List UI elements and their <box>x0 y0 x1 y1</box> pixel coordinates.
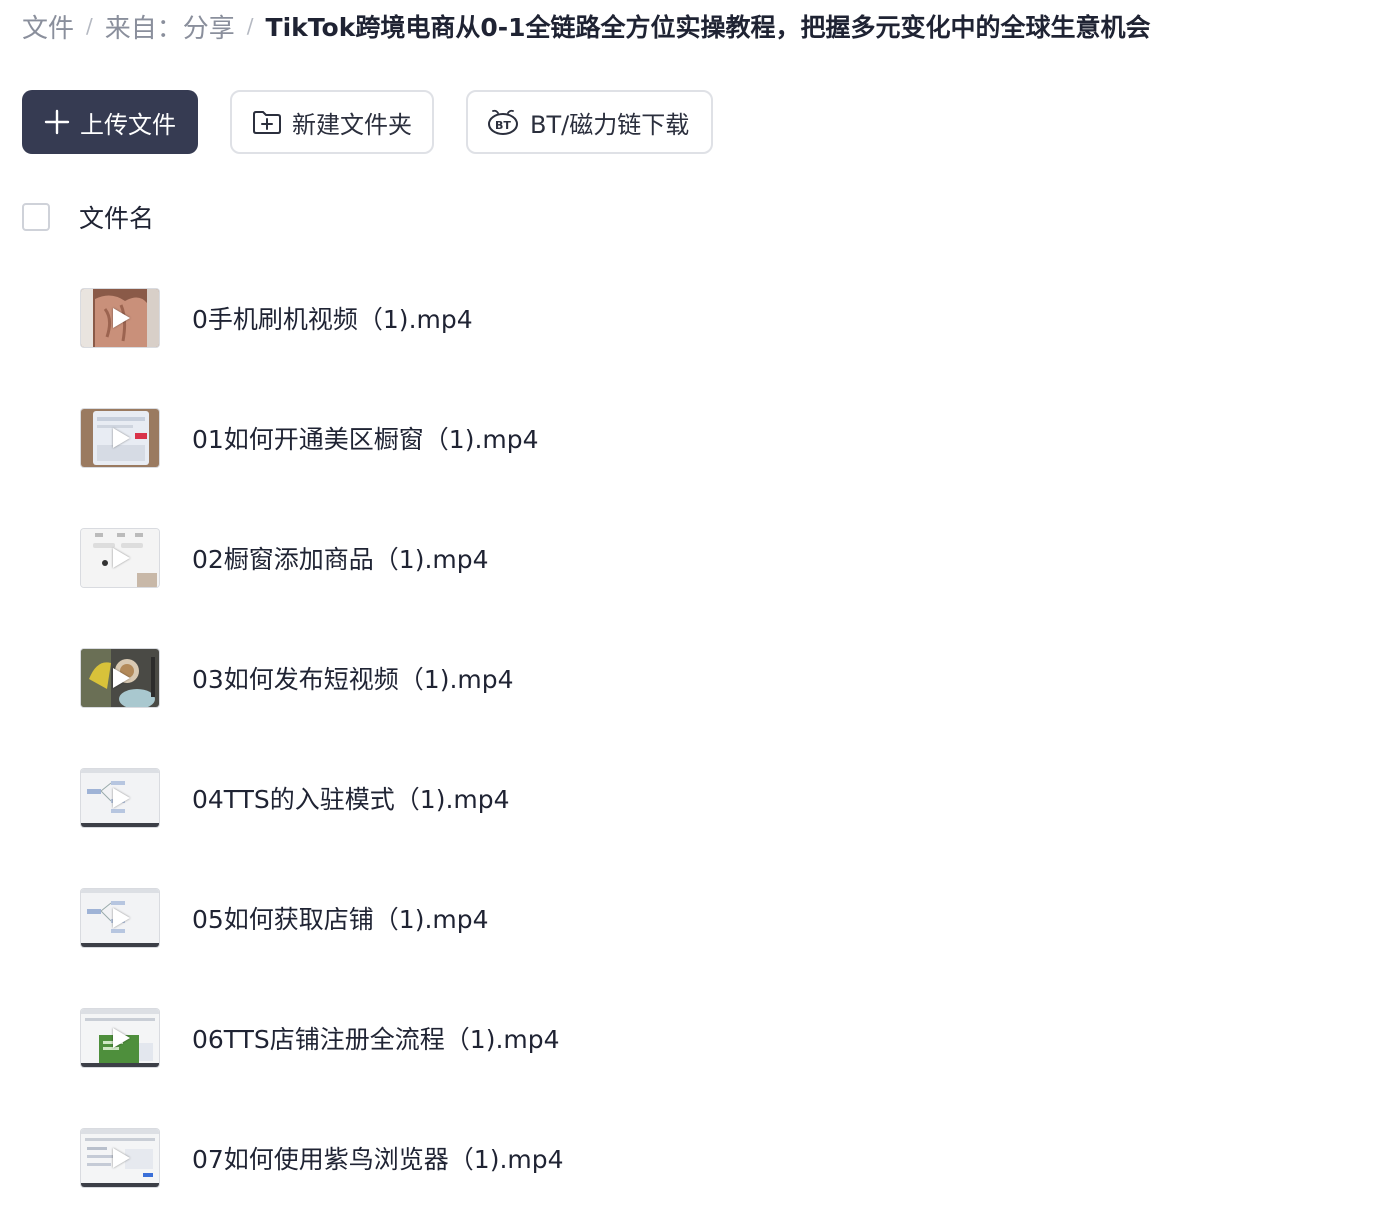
video-thumbnail[interactable] <box>81 1129 159 1187</box>
file-table-header: 文件名 <box>22 196 154 238</box>
file-row[interactable]: 02橱窗添加商品（1).mp4 <box>0 498 1396 618</box>
column-header-filename[interactable]: 文件名 <box>79 199 154 235</box>
select-all-checkbox[interactable] <box>22 203 50 231</box>
file-name[interactable]: 06TTS店铺注册全流程（1).mp4 <box>192 1020 560 1056</box>
play-icon <box>113 1148 130 1168</box>
file-row[interactable]: 01如何开通美区橱窗（1).mp4 <box>0 378 1396 498</box>
file-name[interactable]: 05如何获取店铺（1).mp4 <box>192 900 489 936</box>
file-name[interactable]: 0手机刷机视频（1).mp4 <box>192 300 473 336</box>
play-icon <box>113 668 130 688</box>
file-row[interactable]: 06TTS店铺注册全流程（1).mp4 <box>0 978 1396 1098</box>
breadcrumb-current-folder: TikTok跨境电商从0-1全链路全方位实操教程，把握多元变化中的全球生意机会 <box>265 13 1151 42</box>
play-icon <box>113 788 130 808</box>
folder-plus-icon <box>252 109 282 135</box>
svg-text:BT: BT <box>495 119 511 132</box>
play-icon <box>113 428 130 448</box>
file-row[interactable]: 05如何获取店铺（1).mp4 <box>0 858 1396 978</box>
video-thumbnail[interactable] <box>81 1009 159 1067</box>
file-row[interactable]: 07如何使用紫鸟浏览器（1).mp4 <box>0 1098 1396 1218</box>
file-name[interactable]: 07如何使用紫鸟浏览器（1).mp4 <box>192 1140 564 1176</box>
video-thumbnail[interactable] <box>81 649 159 707</box>
play-icon <box>113 1028 130 1048</box>
breadcrumb-separator: / <box>86 14 93 38</box>
breadcrumb-source-link[interactable]: 来自：分享 <box>105 8 235 45</box>
plus-icon <box>44 109 70 135</box>
video-thumbnail[interactable] <box>81 409 159 467</box>
new-folder-label: 新建文件夹 <box>292 110 412 139</box>
play-icon <box>113 548 130 568</box>
video-thumbnail[interactable] <box>81 529 159 587</box>
video-thumbnail[interactable] <box>81 289 159 347</box>
video-thumbnail[interactable] <box>81 889 159 947</box>
file-name[interactable]: 02橱窗添加商品（1).mp4 <box>192 540 489 576</box>
file-name[interactable]: 03如何发布短视频（1).mp4 <box>192 660 514 696</box>
breadcrumb-separator: / <box>246 14 254 38</box>
file-name[interactable]: 01如何开通美区橱窗（1).mp4 <box>192 420 539 456</box>
file-row[interactable]: 0手机刷机视频（1).mp4 <box>0 258 1396 378</box>
new-folder-button[interactable]: 新建文件夹 <box>230 90 434 154</box>
toolbar: 上传文件 新建文件夹 BT BT/磁力链下载 <box>22 90 713 154</box>
file-list: 0手机刷机视频（1).mp4 01如何开通美区橱窗（1).mp4 02橱窗添加商品（… <box>0 258 1396 1218</box>
breadcrumb: 文件 / 来自：分享 / TikTok跨境电商从0-1全链路全方位实操教程，把握… <box>22 8 1150 44</box>
file-name[interactable]: 04TTS的入驻模式（1).mp4 <box>192 780 510 816</box>
breadcrumb-root-link[interactable]: 文件 <box>22 8 74 45</box>
file-row[interactable]: 03如何发布短视频（1).mp4 <box>0 618 1396 738</box>
file-row[interactable]: 04TTS的入驻模式（1).mp4 <box>0 738 1396 858</box>
bt-download-label: BT/磁力链下载 <box>530 110 690 139</box>
upload-file-button[interactable]: 上传文件 <box>22 90 198 154</box>
bt-magnet-download-button[interactable]: BT BT/磁力链下载 <box>466 90 713 154</box>
bt-icon: BT <box>486 108 520 136</box>
video-thumbnail[interactable] <box>81 769 159 827</box>
play-icon <box>113 908 130 928</box>
upload-file-label: 上传文件 <box>80 110 176 139</box>
play-icon <box>113 308 130 328</box>
